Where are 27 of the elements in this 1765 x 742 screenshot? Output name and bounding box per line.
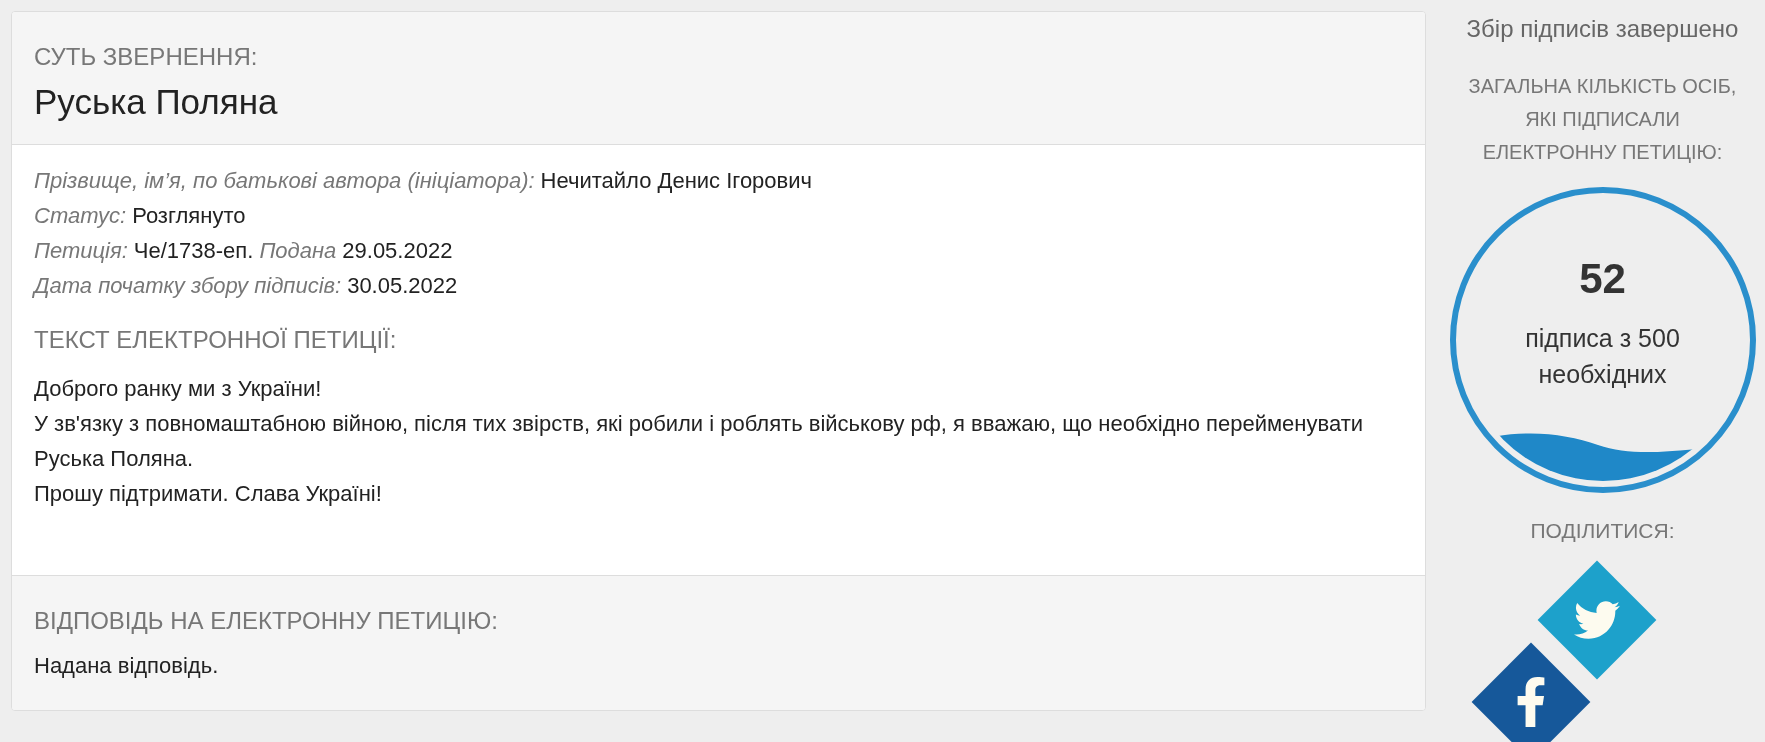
field-label: Подана bbox=[259, 237, 337, 265]
field-value: Нечитайло Денис Ігорович bbox=[540, 167, 813, 195]
count-heading: ЯКІ ПІДПИСАЛИ bbox=[1525, 107, 1680, 132]
field-label: Статус: bbox=[34, 202, 127, 230]
share-label: ПОДІЛИТИСЯ: bbox=[1530, 517, 1675, 544]
section-label: ВІДПОВІДЬ НА ЕЛЕКТРОННУ ПЕТИЦІЮ: bbox=[34, 606, 499, 636]
field-value: Че/1738-еп. bbox=[133, 237, 254, 265]
signature-caption: підписа з 500 bbox=[1525, 322, 1680, 354]
field-label: Петиція: bbox=[34, 237, 128, 265]
field-label: Прізвище, ім’я, по батькові автора (ініціатора): bbox=[34, 167, 535, 195]
signature-caption: необхідних bbox=[1538, 358, 1667, 390]
signature-count: 52 bbox=[1579, 257, 1626, 300]
field-value: Розглянуто bbox=[132, 202, 246, 230]
field-value: 30.05.2022 bbox=[347, 272, 458, 300]
field-label: Дата початку збору підписів: bbox=[34, 272, 342, 300]
count-heading: ЕЛЕКТРОННУ ПЕТИЦІЮ: bbox=[1482, 140, 1723, 165]
petition-title: Руська Поляна bbox=[34, 81, 279, 123]
section-label: ТЕКСТ ЕЛЕКТРОННОЇ ПЕТИЦІЇ: bbox=[34, 325, 398, 355]
answer-text: Надана відповідь. bbox=[34, 652, 220, 680]
petition-text: Руська Поляна. bbox=[34, 445, 195, 473]
count-heading: ЗАГАЛЬНА КІЛЬКІСТЬ ОСІБ, bbox=[1468, 74, 1737, 99]
petition-text: Прошу підтримати. Слава Україні! bbox=[34, 480, 383, 508]
petition-text: Доброго ранку ми з України! bbox=[34, 375, 323, 403]
collection-status: Збір підписів завершено bbox=[1466, 14, 1739, 44]
field-value: 29.05.2022 bbox=[342, 237, 453, 265]
section-label: СУТЬ ЗВЕРНЕННЯ: bbox=[34, 42, 259, 72]
petition-text: У зв'язку з повномаштабною війною, після тих звірств, які робили і роблять військову рф, я вважаю, що необхідно перейменувати bbox=[34, 410, 1365, 438]
